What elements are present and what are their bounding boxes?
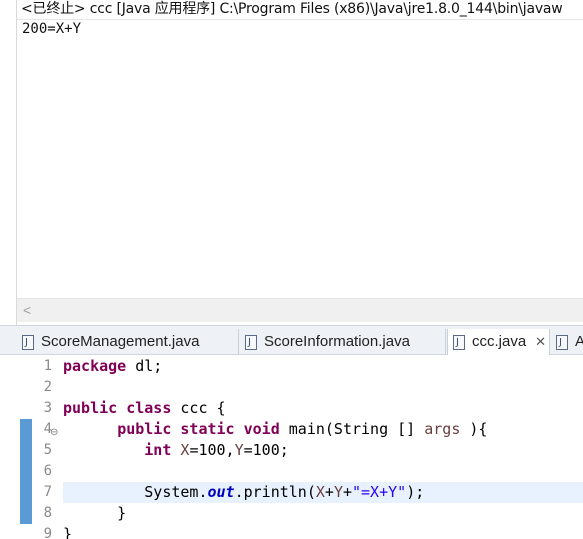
java-file-icon (22, 330, 34, 356)
tab-ccc-java[interactable]: ccc.java ✕ (447, 329, 550, 356)
editor-tabs: ScoreManagement.java ScoreInformation.ja… (0, 325, 583, 356)
line-number: 1 (43, 358, 52, 374)
code-line-3: public class ccc { (63, 399, 226, 417)
tab-score-information[interactable]: ScoreInformation.java (240, 329, 446, 356)
code-editor[interactable]: 1 2 3 4 5 6 7 8 9 ⊖ package dl; public c… (0, 355, 583, 539)
line-number: 9 (43, 526, 52, 539)
scroll-left-arrow-icon[interactable]: < (23, 302, 31, 318)
line-number: 6 (43, 463, 52, 479)
tab-label: ScoreInformation.java (264, 333, 410, 350)
tab-label: A (575, 333, 583, 350)
line-number: 7 (43, 484, 52, 500)
change-marker (20, 440, 32, 461)
change-marker (20, 419, 32, 440)
change-marker (20, 461, 32, 482)
code-line-5: int X=100,Y=100; (144, 441, 289, 459)
change-marker (20, 482, 32, 503)
code-line-1: package dl; (63, 357, 163, 375)
fold-collapse-icon[interactable]: ⊖ (50, 427, 58, 438)
java-file-icon (556, 330, 568, 356)
code-line-4: public static void main(String [] args )… (117, 420, 488, 438)
console-view: <已终止> ccc [Java 应用程序] C:\Program Files (… (17, 0, 583, 325)
console-output: 200=X+Y (22, 21, 82, 37)
line-number-gutter: 1 2 3 4 5 6 7 8 9 (32, 355, 60, 539)
line-number: 5 (43, 442, 52, 458)
line-number: 2 (43, 379, 52, 395)
tab-overflow[interactable]: A (551, 329, 583, 356)
line-number: 3 (43, 400, 52, 416)
overview-ruler (20, 355, 32, 539)
horizontal-scrollbar[interactable]: < (17, 298, 583, 322)
java-file-icon (453, 330, 465, 356)
close-icon[interactable]: ✕ (535, 329, 546, 355)
java-file-icon (245, 330, 257, 356)
line-number: 8 (43, 505, 52, 521)
tab-score-management[interactable]: ScoreManagement.java (17, 329, 239, 356)
tab-label: ccc.java (472, 333, 527, 350)
console-header: <已终止> ccc [Java 应用程序] C:\Program Files (… (17, 0, 583, 20)
tab-label: ScoreManagement.java (41, 333, 200, 350)
left-panel-strip (0, 0, 17, 325)
code-line-7: System.out.println(X+Y+"=X+Y"); (63, 482, 583, 503)
code-line-9: } (63, 525, 73, 539)
code-line-8: } (63, 504, 127, 522)
change-marker (20, 503, 32, 524)
